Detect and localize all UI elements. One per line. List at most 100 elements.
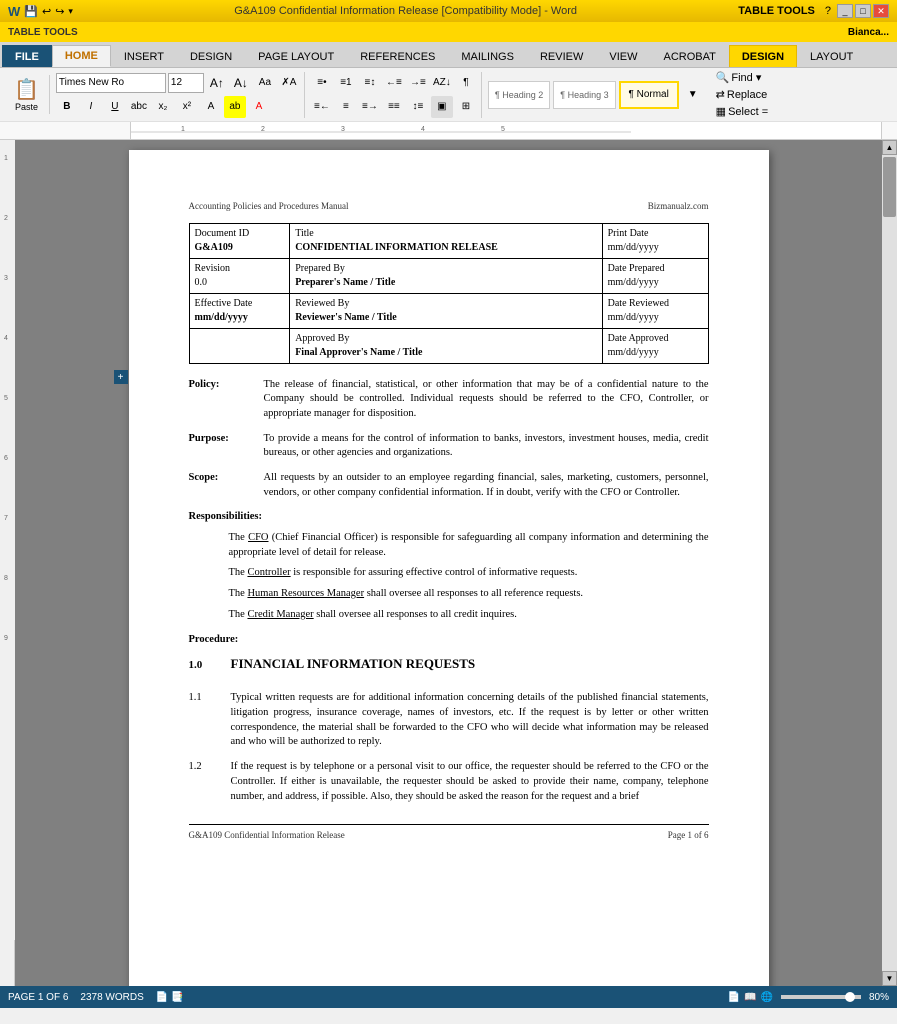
italic-button[interactable]: I bbox=[80, 96, 102, 118]
tab-mailings[interactable]: MAILINGS bbox=[448, 45, 527, 67]
zoom-level: 80% bbox=[869, 992, 889, 1003]
help-button[interactable]: ? bbox=[825, 5, 831, 17]
tab-design[interactable]: DESIGN bbox=[177, 45, 245, 67]
item-1-1-number: 1.1 bbox=[189, 691, 219, 750]
tab-review[interactable]: REVIEW bbox=[527, 45, 596, 67]
zoom-thumb[interactable] bbox=[845, 992, 855, 1002]
style-normal[interactable]: ¶ Normal bbox=[619, 81, 679, 109]
hr-link: Human Resources Manager bbox=[247, 588, 364, 599]
multilevel-button[interactable]: ≡↕ bbox=[359, 72, 381, 94]
font-grow-button[interactable]: A↑ bbox=[206, 72, 228, 94]
paste-button[interactable]: 📋 Paste bbox=[8, 75, 45, 114]
show-formatting-button[interactable]: ¶ bbox=[455, 72, 477, 94]
scroll-thumb[interactable] bbox=[883, 157, 896, 217]
quick-access-undo[interactable]: ↩ bbox=[42, 5, 51, 18]
table-tools-indicator: TABLE TOOLS bbox=[8, 27, 78, 38]
title-bar: W 💾 ↩ ↪ ▾ G&A109 Confidential Informatio… bbox=[0, 0, 897, 22]
style-heading3[interactable]: ¶ Heading 3 bbox=[553, 81, 615, 109]
title-bar-left: W 💾 ↩ ↪ ▾ bbox=[8, 4, 73, 19]
full-reading-button[interactable]: 📖 bbox=[744, 992, 756, 1003]
font-size-input[interactable] bbox=[168, 73, 204, 93]
numbering-button[interactable]: ≡1 bbox=[335, 72, 357, 94]
justify-button[interactable]: ≡≡ bbox=[383, 96, 405, 118]
cfo-para: The CFO (Chief Financial Officer) is res… bbox=[229, 531, 709, 560]
subscript-button[interactable]: x₂ bbox=[152, 96, 174, 118]
restore-button[interactable]: □ bbox=[855, 4, 871, 18]
web-layout-button[interactable]: 🌐 bbox=[761, 992, 773, 1003]
find-button[interactable]: 🔍 Find ▾ bbox=[714, 70, 770, 85]
print-layout-button[interactable]: 📄 bbox=[728, 992, 740, 1003]
page-footer: G&A109 Confidential Information Release … bbox=[189, 824, 709, 842]
zoom-slider[interactable] bbox=[781, 995, 861, 999]
policy-section: Policy: The release of financial, statis… bbox=[189, 378, 709, 422]
style-heading2[interactable]: ¶ Heading 2 bbox=[488, 81, 550, 109]
ruler-scale: 1 2 3 4 5 bbox=[130, 122, 882, 139]
document-area[interactable]: Accounting Policies and Procedures Manua… bbox=[15, 140, 882, 986]
strikethrough-button[interactable]: abc bbox=[128, 96, 150, 118]
scroll-down-button[interactable]: ▼ bbox=[882, 971, 897, 986]
svg-text:3: 3 bbox=[4, 275, 8, 282]
table-row: Document IDG&A109 TitleCONFIDENTIAL INFO… bbox=[189, 223, 708, 258]
svg-text:5: 5 bbox=[4, 395, 8, 402]
tab-ribbon-design[interactable]: DESIGN bbox=[729, 45, 797, 67]
tab-home[interactable]: HOME bbox=[52, 45, 111, 67]
shading-button[interactable]: ▣ bbox=[431, 96, 453, 118]
quick-access-save[interactable]: 💾 bbox=[24, 5, 38, 18]
quick-access-redo[interactable]: ↪ bbox=[55, 5, 64, 18]
tab-acrobat[interactable]: ACROBAT bbox=[650, 45, 728, 67]
font-color-button[interactable]: A bbox=[248, 96, 270, 118]
ruler-marks: 1 2 3 4 5 bbox=[131, 122, 881, 140]
bold-button[interactable]: B bbox=[56, 96, 78, 118]
borders-button[interactable]: ⊞ bbox=[455, 96, 477, 118]
tab-insert[interactable]: INSERT bbox=[111, 45, 177, 67]
page-indicator: PAGE 1 OF 6 bbox=[8, 992, 68, 1003]
tab-page-layout[interactable]: PAGE LAYOUT bbox=[245, 45, 347, 67]
highlight-button[interactable]: ab bbox=[224, 96, 246, 118]
clear-formatting-button[interactable]: ✗A bbox=[278, 72, 300, 94]
scroll-up-button[interactable]: ▲ bbox=[882, 140, 897, 155]
replace-button[interactable]: ⇄ Replace bbox=[714, 87, 770, 102]
align-left-button[interactable]: ≡← bbox=[311, 96, 333, 118]
align-right-button[interactable]: ≡→ bbox=[359, 96, 381, 118]
replace-icon: ⇄ bbox=[716, 88, 725, 101]
tab-file[interactable]: FILE bbox=[2, 45, 52, 67]
section-1-title: FINANCIAL INFORMATION REQUESTS bbox=[231, 655, 476, 673]
status-right: 📄 📖 🌐 80% bbox=[728, 992, 889, 1003]
table-cell-title: TitleCONFIDENTIAL INFORMATION RELEASE bbox=[290, 223, 602, 258]
close-button[interactable]: ✕ bbox=[873, 4, 889, 18]
toolbar-row-1: 📋 Paste A↑ A↓ Aa ✗A B I U abc x₂ x² A bbox=[0, 68, 897, 122]
svg-text:5: 5 bbox=[501, 126, 505, 133]
underline-button[interactable]: U bbox=[104, 96, 126, 118]
procedure-label: Procedure: bbox=[189, 633, 709, 648]
policy-text: The release of financial, statistical, o… bbox=[264, 378, 709, 422]
styles-more-button[interactable]: ▼ bbox=[682, 84, 704, 106]
scope-section: Scope: All requests by an outsider to an… bbox=[189, 471, 709, 500]
decrease-indent-button[interactable]: ←≡ bbox=[383, 72, 405, 94]
change-case-button[interactable]: Aa bbox=[254, 72, 276, 94]
bullets-button[interactable]: ≡• bbox=[311, 72, 333, 94]
increase-indent-button[interactable]: →≡ bbox=[407, 72, 429, 94]
svg-text:7: 7 bbox=[4, 515, 8, 522]
controller-link: Controller bbox=[247, 567, 290, 578]
line-spacing-button[interactable]: ↕≡ bbox=[407, 96, 429, 118]
text-effects-button[interactable]: A bbox=[200, 96, 222, 118]
select-icon: ▦ bbox=[716, 105, 726, 118]
add-row-button[interactable]: + bbox=[114, 370, 128, 384]
user-name: Bianca... bbox=[848, 27, 889, 38]
purpose-text: To provide a means for the control of in… bbox=[264, 432, 709, 461]
tab-references[interactable]: REFERENCES bbox=[347, 45, 448, 67]
tab-view[interactable]: VIEW bbox=[596, 45, 650, 67]
minimize-button[interactable]: _ bbox=[837, 4, 853, 18]
sort-button[interactable]: AZ↓ bbox=[431, 72, 453, 94]
tab-layout[interactable]: LAYOUT bbox=[797, 45, 866, 67]
editing-group: 🔍 Find ▾ ⇄ Replace ▦ Select = bbox=[710, 70, 774, 119]
superscript-button[interactable]: x² bbox=[176, 96, 198, 118]
credit-link: Credit Manager bbox=[247, 609, 313, 620]
font-name-input[interactable] bbox=[56, 73, 166, 93]
svg-text:2: 2 bbox=[4, 215, 8, 222]
header-left: Accounting Policies and Procedures Manua… bbox=[189, 200, 349, 213]
align-center-button[interactable]: ≡ bbox=[335, 96, 357, 118]
select-button[interactable]: ▦ Select = bbox=[714, 104, 770, 119]
cfo-link: CFO bbox=[248, 532, 268, 543]
font-shrink-button[interactable]: A↓ bbox=[230, 72, 252, 94]
